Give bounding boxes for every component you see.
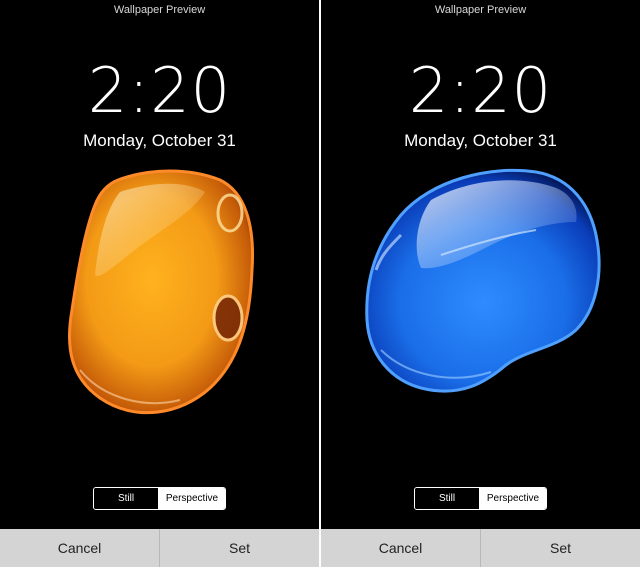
lock-screen-date: Monday, October 31 xyxy=(404,131,557,150)
screen-title: Wallpaper Preview xyxy=(113,4,206,16)
cancel-button[interactable]: Cancel xyxy=(0,529,159,567)
wallpaper-preview-right: Wallpaper Preview 2:20 Monday, October 3… xyxy=(321,0,640,567)
segment-perspective[interactable]: Perspective xyxy=(480,488,546,509)
motion-segmented-control[interactable]: Still Perspective xyxy=(93,487,226,510)
set-button[interactable]: Set xyxy=(159,529,319,567)
lock-screen-date: Monday, October 31 xyxy=(83,131,236,150)
orange-drop-wallpaper xyxy=(68,169,254,415)
lock-screen-time: 2:20 xyxy=(408,54,553,127)
cancel-button[interactable]: Cancel xyxy=(321,529,480,567)
lock-screen-time: 2:20 xyxy=(87,54,232,127)
screen-title: Wallpaper Preview xyxy=(434,4,527,16)
set-button[interactable]: Set xyxy=(480,529,640,567)
motion-segmented-control[interactable]: Still Perspective xyxy=(414,487,547,510)
segment-still[interactable]: Still xyxy=(94,488,159,509)
action-bar: Cancel Set xyxy=(321,529,640,567)
blue-drop-wallpaper xyxy=(365,168,601,393)
segment-perspective[interactable]: Perspective xyxy=(159,488,225,509)
action-bar: Cancel Set xyxy=(0,529,319,567)
segment-still[interactable]: Still xyxy=(415,488,480,509)
wallpaper-preview-left: Wallpaper Preview 2:20 Monday, October 3… xyxy=(0,0,319,567)
